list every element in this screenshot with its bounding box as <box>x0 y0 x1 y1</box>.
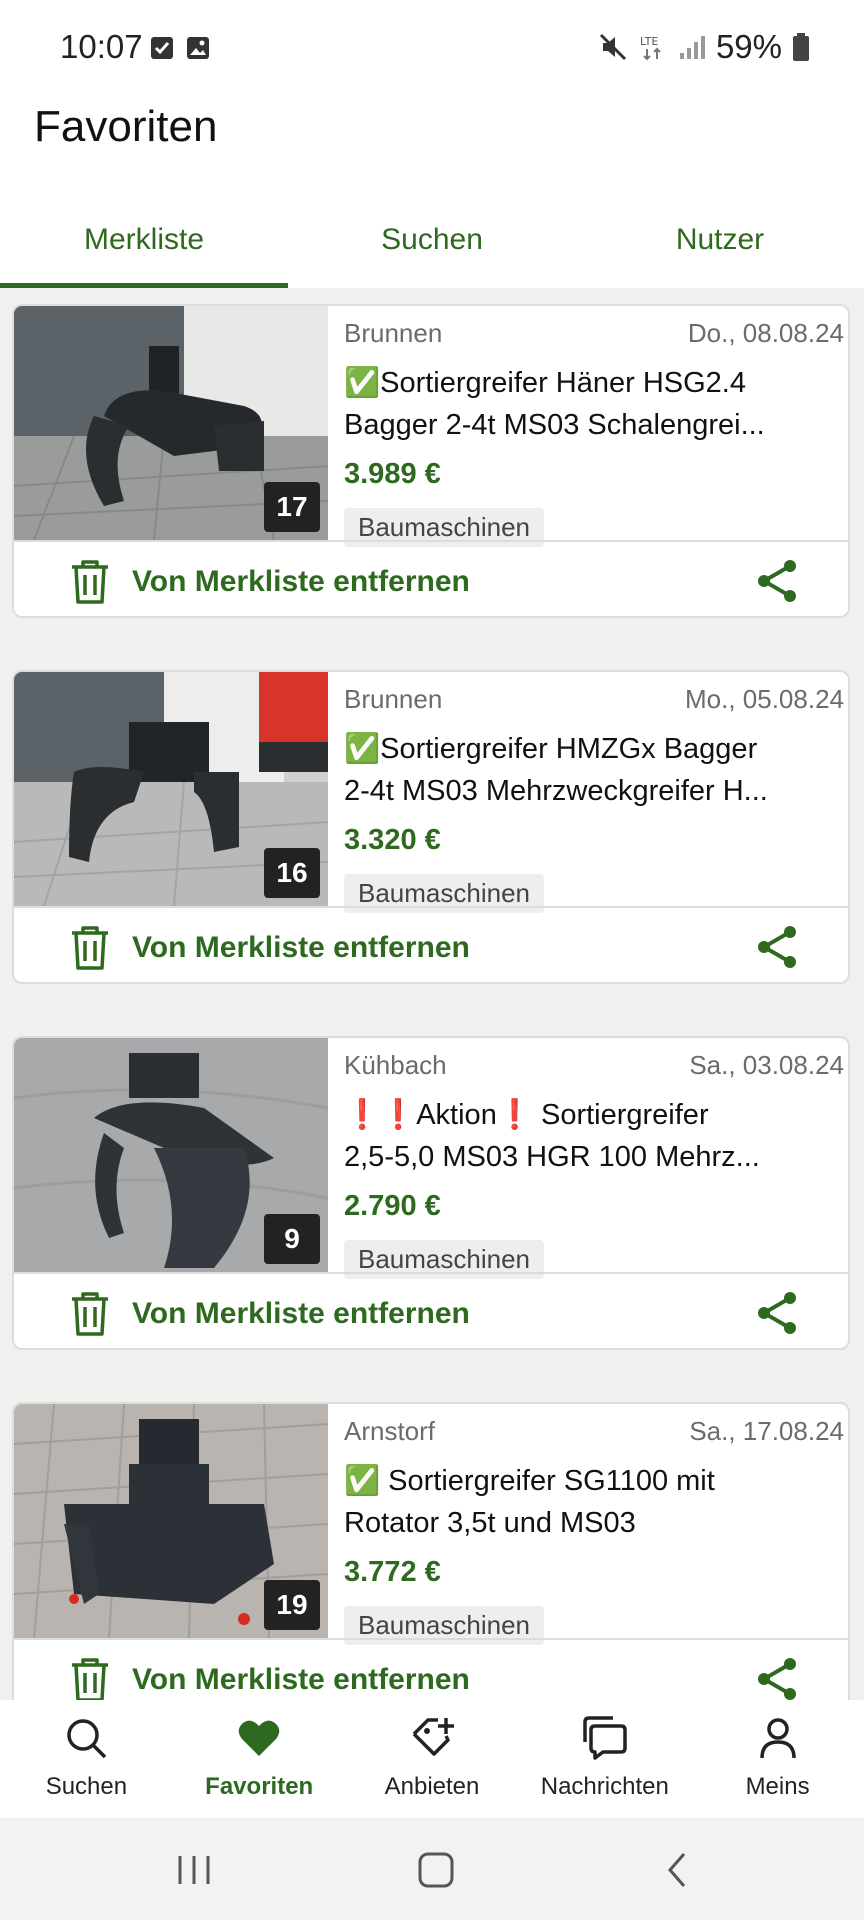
chat-icon <box>583 1716 627 1760</box>
share-icon[interactable] <box>752 1288 802 1338</box>
listing-card[interactable]: 16 Brunnen Mo., 05.08.24 ✅Sortiergreifer… <box>12 670 850 984</box>
back-icon[interactable] <box>656 1848 700 1892</box>
tab-merkliste[interactable]: Merkliste <box>0 196 288 288</box>
listing-photo[interactable]: 19 <box>14 1404 328 1638</box>
nav-meins[interactable]: Meins <box>691 1700 864 1818</box>
nav-favoriten[interactable]: Favoriten <box>173 1700 346 1818</box>
listing-date: Do., 08.08.24 <box>687 318 844 348</box>
svg-text:LTE: LTE <box>640 35 658 48</box>
listing-location: Brunnen <box>344 318 443 348</box>
search-icon <box>67 1719 107 1759</box>
listing-price: 2.790 € <box>344 1190 441 1222</box>
listing-card[interactable]: 9 Kühbach Sa., 03.08.24 ❗❗Aktion❗ Sortie… <box>12 1036 850 1350</box>
listing-price: 3.320 € <box>344 824 441 856</box>
remove-from-watchlist-button[interactable]: Von Merkliste entfernen <box>68 554 470 610</box>
tab-bar: Merkliste Suchen Nutzer <box>0 196 864 288</box>
listing-photo[interactable]: 9 <box>14 1038 328 1272</box>
trash-icon <box>72 1658 108 1700</box>
listing-price: 3.989 € <box>344 458 441 490</box>
listing-location: Arnstorf <box>344 1416 436 1446</box>
photo-count-badge: 19 <box>264 1580 320 1630</box>
photo-count-badge: 17 <box>264 482 320 532</box>
trash-icon <box>72 1292 108 1336</box>
listing-location: Brunnen <box>344 684 443 714</box>
remove-from-watchlist-button[interactable]: Von Merkliste entfernen <box>68 1286 470 1342</box>
battery-icon <box>793 33 809 61</box>
status-time: 10:07 <box>60 28 143 65</box>
nav-anbieten[interactable]: Anbieten <box>346 1700 519 1818</box>
share-icon[interactable] <box>752 556 802 606</box>
listing-date: Mo., 05.08.24 <box>685 684 844 714</box>
listing-title[interactable]: ❗❗Aktion❗ Sortiergreifer 2,5-5,0 MS03 HG… <box>344 1094 844 1178</box>
remove-label: Von Merkliste entfernen <box>132 565 470 598</box>
listing-location: Kühbach <box>344 1050 447 1080</box>
checkbox-notification-icon <box>151 37 173 59</box>
photo-count-badge: 9 <box>264 1214 320 1264</box>
listing-date: Sa., 17.08.24 <box>689 1416 844 1446</box>
remove-label: Von Merkliste entfernen <box>132 1297 470 1330</box>
listing-title[interactable]: ✅ Sortiergreifer SG1100 mit Rotator 3,5t… <box>344 1460 844 1544</box>
listing-title[interactable]: ✅Sortiergreifer Häner HSG2.4 Bagger 2-4t… <box>344 362 844 446</box>
remove-label: Von Merkliste entfernen <box>132 931 470 964</box>
favorites-list[interactable]: 17 Brunnen Do., 08.08.24 ✅Sortiergreifer… <box>0 288 864 1700</box>
nav-nachrichten[interactable]: Nachrichten <box>518 1700 691 1818</box>
tab-suchen[interactable]: Suchen <box>288 196 576 288</box>
signal-icon <box>679 36 705 59</box>
listing-card[interactable]: 19 Arnstorf Sa., 17.08.24 ✅ Sortiergreif… <box>12 1402 850 1700</box>
nav-suchen[interactable]: Suchen <box>0 1700 173 1818</box>
share-icon[interactable] <box>752 922 802 972</box>
image-notification-icon <box>187 37 209 59</box>
bottom-navigation: Suchen Favoriten Anbieten Nachrichten Me… <box>0 1700 864 1818</box>
lte-icon: LTE <box>640 35 661 61</box>
page-title: Favoriten <box>34 102 218 151</box>
listing-title[interactable]: ✅Sortiergreifer HMZGx Bagger 2-4t MS03 M… <box>344 728 844 812</box>
recent-apps-icon[interactable] <box>172 1848 216 1892</box>
user-icon <box>759 1718 796 1759</box>
battery-percentage: 59% <box>715 28 782 65</box>
listing-photo[interactable]: 16 <box>14 672 328 906</box>
listing-photo[interactable]: 17 <box>14 306 328 540</box>
tag-plus-icon <box>412 1718 454 1756</box>
tab-nutzer[interactable]: Nutzer <box>576 196 864 288</box>
trash-icon <box>72 560 108 604</box>
listing-card[interactable]: 17 Brunnen Do., 08.08.24 ✅Sortiergreifer… <box>12 304 850 618</box>
share-icon[interactable] <box>752 1654 802 1700</box>
remove-label: Von Merkliste entfernen <box>132 1663 470 1696</box>
remove-from-watchlist-button[interactable]: Von Merkliste entfernen <box>68 920 470 976</box>
trash-icon <box>72 926 108 970</box>
listing-price: 3.772 € <box>344 1556 441 1588</box>
home-icon[interactable] <box>414 1848 458 1892</box>
remove-from-watchlist-button[interactable]: Von Merkliste entfernen <box>68 1652 470 1700</box>
mute-icon <box>599 33 626 61</box>
photo-count-badge: 16 <box>264 848 320 898</box>
heart-icon <box>238 1720 280 1756</box>
listing-date: Sa., 03.08.24 <box>689 1050 844 1080</box>
system-navigation-bar <box>0 1818 864 1920</box>
status-bar: 10:07 LTE 59% <box>0 0 864 100</box>
